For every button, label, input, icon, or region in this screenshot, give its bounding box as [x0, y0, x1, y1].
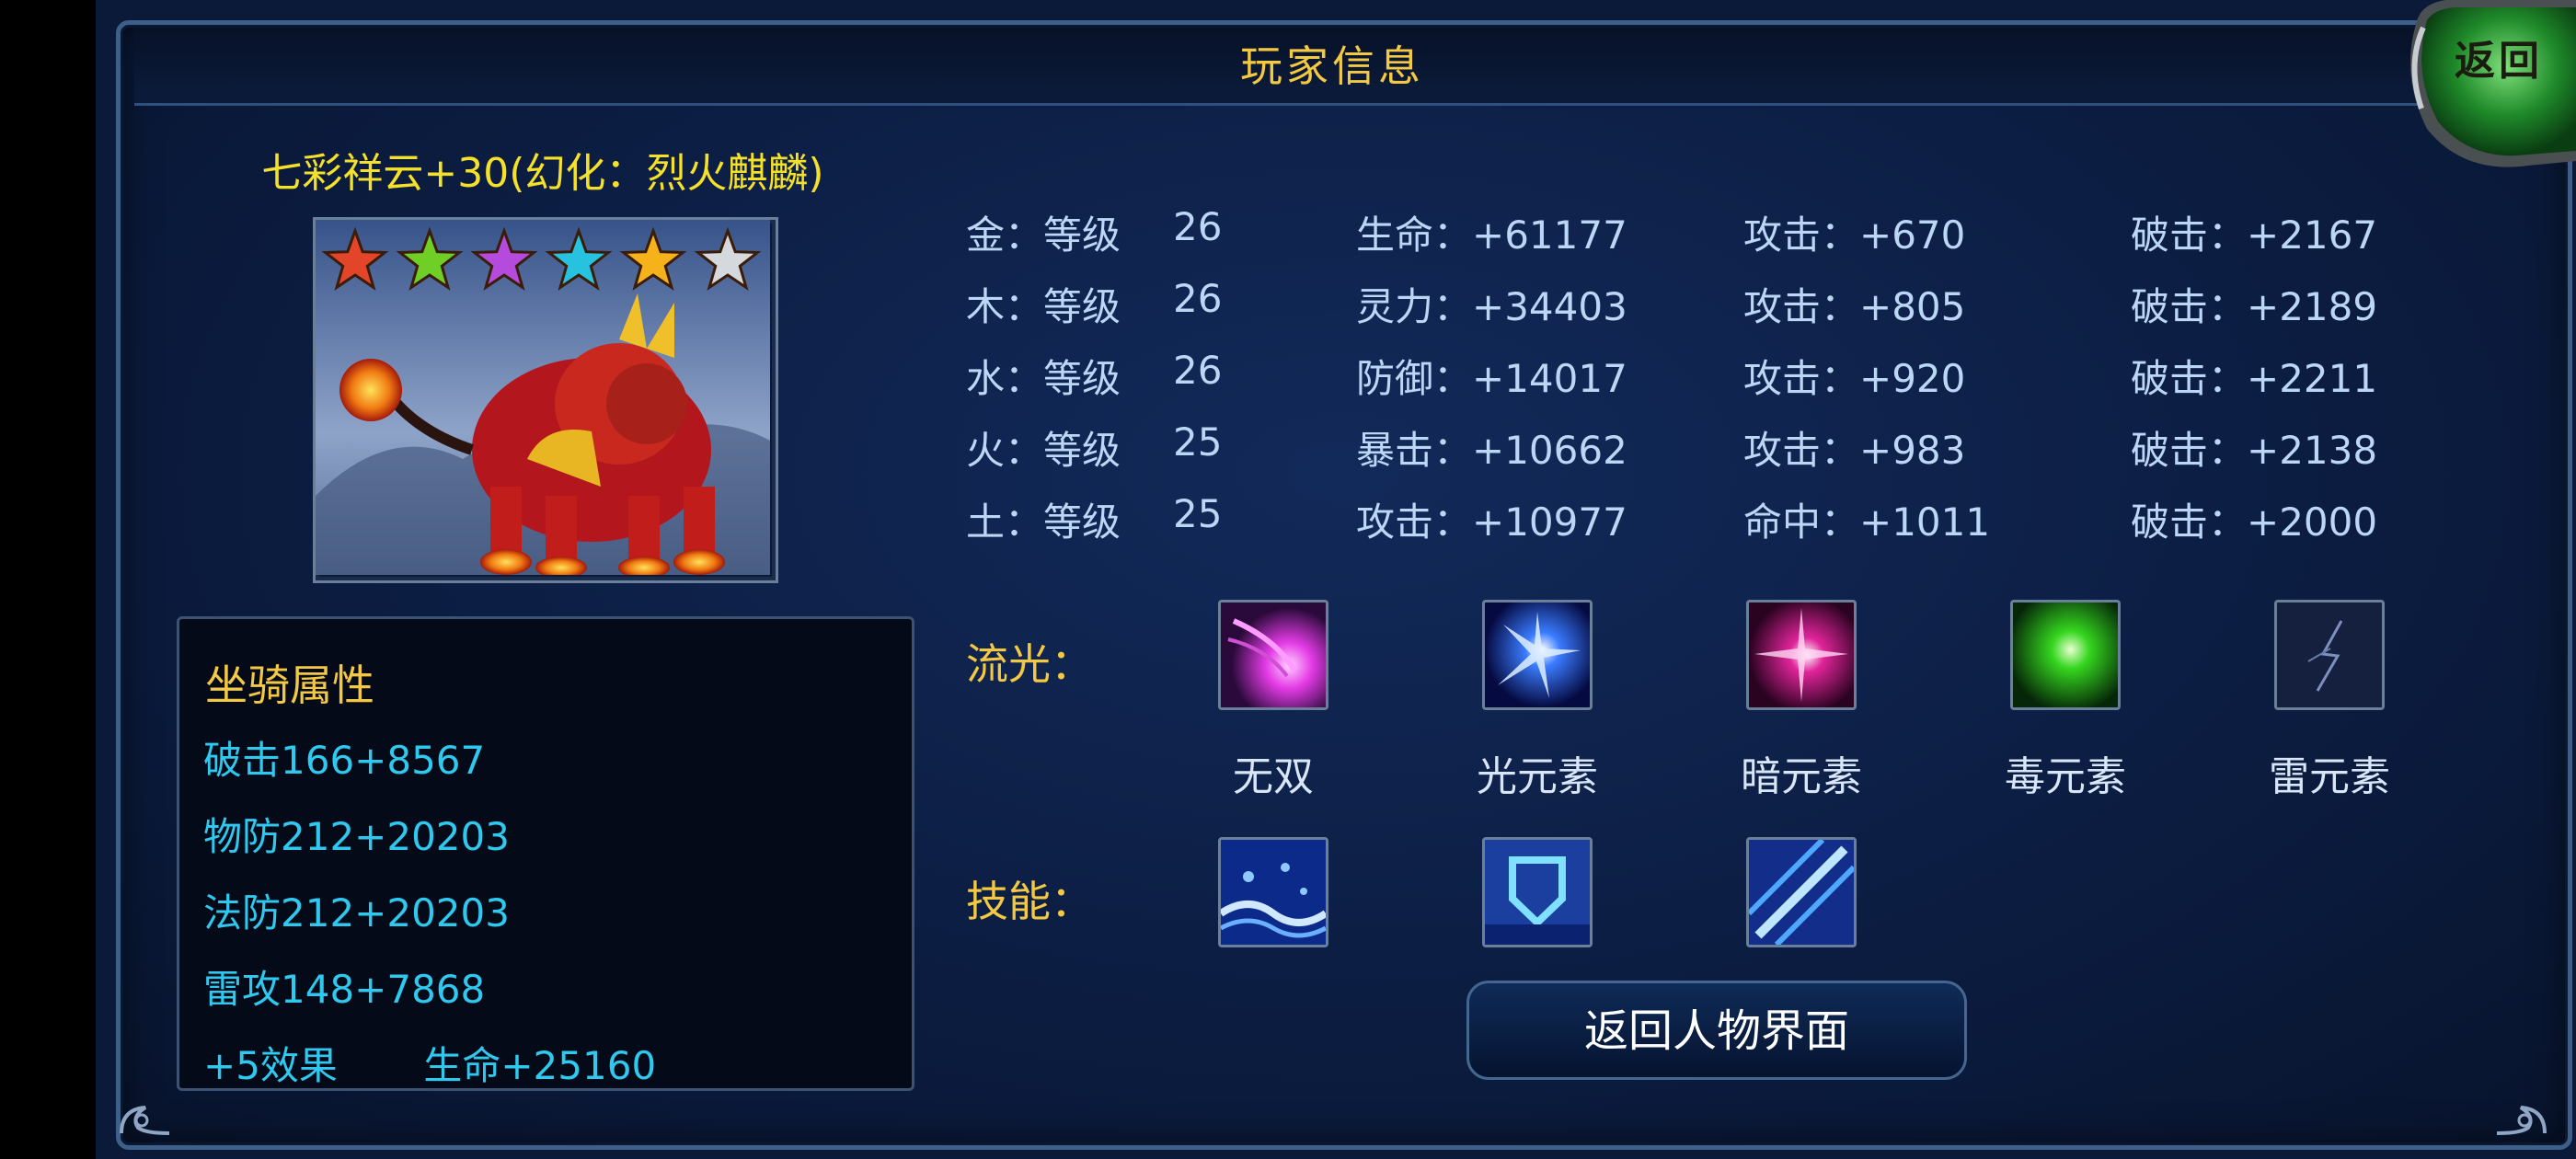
- attribute-line: 法防212+20203: [203, 890, 510, 935]
- stat-value: 破击：+2000: [2131, 499, 2378, 545]
- skill-slot[interactable]: [1218, 837, 1328, 947]
- attributes-title: 坐骑属性: [205, 660, 374, 710]
- flow-name: 雷元素: [2269, 753, 2390, 800]
- stat-value: 命中：+1011: [1743, 499, 1991, 545]
- skill-slot[interactable]: [1746, 837, 1857, 947]
- stat-value: 攻击：+920: [1743, 356, 1966, 401]
- water-wave-icon: [1221, 840, 1326, 945]
- skills-label: 技能：: [966, 877, 1093, 926]
- stat-value: 攻击：+670: [1743, 212, 1966, 258]
- back-button[interactable]: [2390, 0, 2576, 175]
- flow-name: 暗元素: [1741, 753, 1862, 800]
- flow-slot-poison[interactable]: [2010, 600, 2121, 710]
- star-icon: [619, 226, 687, 292]
- flow-name: 光元素: [1477, 753, 1598, 800]
- stat-element: 火：等级: [966, 428, 1121, 473]
- stat-value: 破击：+2189: [2131, 284, 2378, 329]
- star-icon: [321, 226, 389, 292]
- star-icon: [545, 226, 613, 292]
- stat-level: 25: [1173, 491, 1223, 536]
- letterbox-left: [0, 0, 96, 1159]
- mount-name: 七彩祥云+30(幻化：烈火麒麟): [261, 150, 824, 197]
- attribute-line: 破击166+8567: [203, 738, 486, 783]
- stat-value: 防御：+14017: [1356, 356, 1627, 401]
- stat-value: 攻击：+10977: [1356, 499, 1627, 545]
- corner-ornament-icon: [120, 1106, 170, 1135]
- star-rating: [318, 224, 769, 300]
- stat-element: 水：等级: [966, 356, 1121, 401]
- stat-value: 破击：+2138: [2131, 428, 2378, 473]
- green-burst-icon: [2013, 602, 2118, 707]
- stat-value: 破击：+2211: [2131, 356, 2378, 401]
- stat-level: 26: [1173, 204, 1223, 249]
- flow-slot-thunder[interactable]: [2274, 600, 2385, 710]
- magenta-burst-icon: [1749, 602, 1854, 707]
- stat-value: 破击：+2167: [2131, 212, 2378, 258]
- star-icon: [694, 226, 762, 292]
- stat-element: 木：等级: [966, 284, 1121, 329]
- blue-burst-icon: [1485, 602, 1590, 707]
- page-title: 玩家信息: [1240, 41, 1424, 91]
- back-button-label: 返回: [2455, 38, 2543, 85]
- flow-label: 流光：: [966, 639, 1093, 689]
- stat-element: 土：等级: [966, 499, 1121, 545]
- stat-value: 暴击：+10662: [1356, 428, 1627, 473]
- flow-slot-wushuang[interactable]: [1218, 600, 1328, 710]
- mount-attributes-panel: 坐骑属性 破击166+8567 物防212+20203 法防212+20203 …: [177, 616, 914, 1091]
- star-icon: [470, 226, 538, 292]
- stat-value: 攻击：+983: [1743, 428, 1966, 473]
- flow-name: 无双: [1233, 753, 1314, 800]
- attribute-line: 物防212+20203: [203, 814, 510, 859]
- stat-value: 灵力：+34403: [1356, 284, 1627, 329]
- stat-element: 金：等级: [966, 212, 1121, 258]
- flow-name: 毒元素: [2005, 753, 2126, 800]
- blue-slash-icon: [1749, 840, 1854, 945]
- pink-comet-icon: [1221, 602, 1326, 707]
- stat-value: 攻击：+805: [1743, 284, 1966, 329]
- stat-level: 26: [1173, 348, 1223, 393]
- corner-ornament-icon: [2496, 1106, 2547, 1135]
- stat-level: 25: [1173, 419, 1223, 465]
- attribute-line: 雷攻148+7868: [203, 967, 486, 1012]
- star-row: [321, 226, 762, 292]
- star-icon: [396, 226, 464, 292]
- flow-slot-dark[interactable]: [1746, 600, 1857, 710]
- stat-value: 生命：+61177: [1356, 212, 1627, 258]
- lightning-icon: [2277, 602, 2382, 707]
- return-to-character-button[interactable]: 返回人物界面: [1466, 981, 1967, 1080]
- skill-slot[interactable]: [1482, 837, 1593, 947]
- shield-icon: [1485, 840, 1590, 945]
- attribute-line: +5效果 生命+25160: [203, 1043, 657, 1088]
- stat-level: 26: [1173, 276, 1223, 321]
- flow-slot-light[interactable]: [1482, 600, 1593, 710]
